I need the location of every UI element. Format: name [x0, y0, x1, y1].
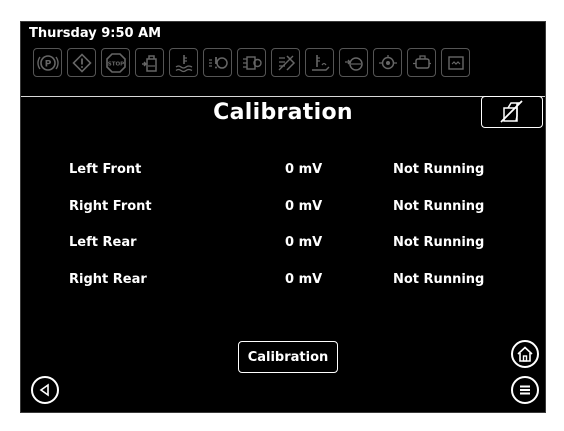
row-label: Right Front	[69, 199, 152, 214]
table-row: Right Front 0 mV Not Running	[21, 199, 545, 219]
home-icon	[517, 346, 533, 362]
sensor-fault-icon	[271, 48, 300, 77]
row-value: 0 mV	[285, 162, 323, 177]
menu-icon	[520, 385, 530, 395]
table-row: Right Rear 0 mV Not Running	[21, 272, 545, 292]
home-button[interactable]	[511, 340, 539, 368]
pin-icon	[500, 100, 523, 123]
document-figure: Thursday 9:50 AM P STOP Calibration Left…	[0, 0, 564, 431]
menu-button[interactable]	[511, 376, 539, 404]
coolant-temperature-icon	[169, 48, 198, 77]
calibration-button[interactable]: Calibration	[238, 341, 338, 373]
table-row: Left Rear 0 mV Not Running	[21, 235, 545, 255]
row-value: 0 mV	[285, 272, 323, 287]
oil-temperature-icon	[305, 48, 334, 77]
row-status: Not Running	[393, 235, 485, 250]
status-divider	[21, 96, 545, 97]
row-status: Not Running	[393, 199, 485, 214]
status-bar: Thursday 9:50 AM P STOP	[21, 22, 545, 98]
battery-icon	[407, 48, 436, 77]
back-icon	[39, 383, 49, 397]
row-value: 0 mV	[285, 235, 323, 250]
warning-icon	[67, 48, 96, 77]
row-value: 0 mV	[285, 199, 323, 214]
indicator-icon-row: P STOP	[33, 48, 470, 82]
parking-brake-icon: P	[33, 48, 62, 77]
transmission-warning-icon	[203, 48, 232, 77]
row-label: Left Front	[69, 162, 142, 177]
fuel-level-icon	[135, 48, 164, 77]
row-label: Right Rear	[69, 272, 147, 287]
datetime-label: Thursday 9:50 AM	[29, 26, 162, 41]
row-label: Left Rear	[69, 235, 137, 250]
transmission-fault-icon	[237, 48, 266, 77]
engine-icon	[441, 48, 470, 77]
stop-icon: STOP	[101, 48, 130, 77]
oil-pressure-icon	[373, 48, 402, 77]
row-status: Not Running	[393, 272, 485, 287]
display-screen: Thursday 9:50 AM P STOP Calibration Left…	[20, 21, 546, 413]
pin-button[interactable]	[481, 96, 543, 128]
svg-text:STOP: STOP	[107, 61, 123, 67]
fuel-filter-icon	[339, 48, 368, 77]
back-button[interactable]	[31, 376, 59, 404]
table-row: Left Front 0 mV Not Running	[21, 162, 545, 182]
row-status: Not Running	[393, 162, 485, 177]
page-title: Calibration	[213, 100, 353, 125]
svg-text:P: P	[44, 59, 51, 69]
